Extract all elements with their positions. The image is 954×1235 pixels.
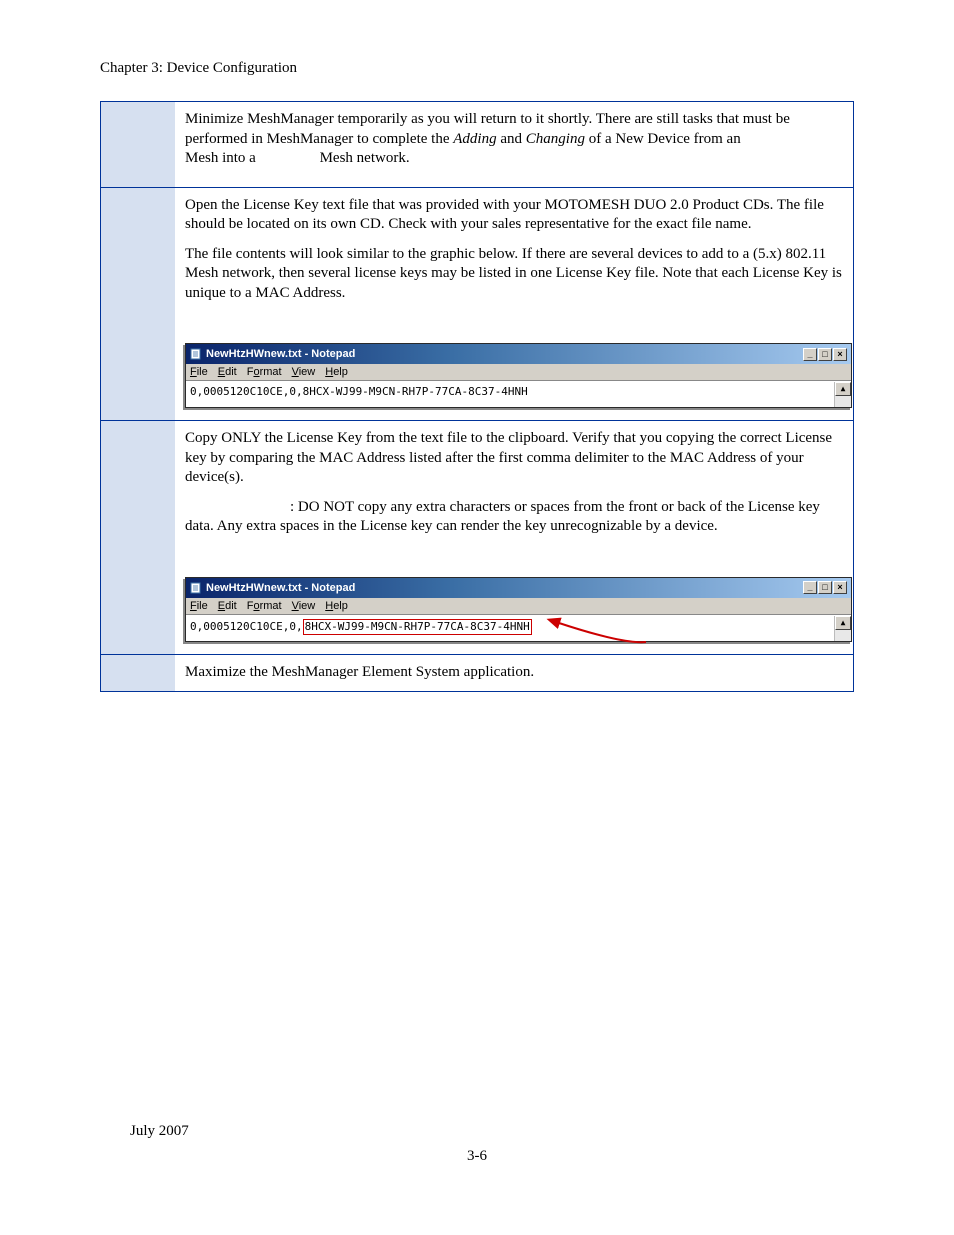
minimize-button[interactable]: _ (803, 581, 817, 594)
text: and (497, 131, 526, 147)
notepad-icon (190, 582, 202, 594)
menu-view[interactable]: View (292, 599, 316, 613)
window-title: NewHtzHWnew.txt - Notepad (206, 347, 803, 361)
paragraph: The file contents will look similar to t… (185, 245, 843, 304)
notepad-window: NewHtzHWnew.txt - Notepad _ □ × File Edi… (185, 577, 852, 642)
maximize-button[interactable]: □ (818, 581, 832, 594)
text-italic: Changing (526, 131, 585, 147)
step-number-cell (101, 187, 176, 421)
menu-help[interactable]: Help (325, 365, 348, 379)
window-title: NewHtzHWnew.txt - Notepad (206, 581, 803, 595)
license-key-highlight: 8HCX-WJ99-M9CN-RH7P-77CA-8C37-4HNH (303, 619, 532, 635)
step-content-cell: Minimize MeshManager temporarily as you … (175, 102, 854, 188)
step-number-cell (101, 421, 176, 655)
step-content-cell: Maximize the MeshManager Element System … (175, 655, 854, 692)
text: of a New Device from an (585, 131, 741, 147)
table-row: Maximize the MeshManager Element System … (101, 655, 854, 692)
file-content: 0,0005120C10CE,0,8HCX-WJ99-M9CN-RH7P-77C… (190, 384, 528, 399)
menubar: File Edit Format View Help (186, 364, 851, 381)
maximize-button[interactable]: □ (818, 348, 832, 361)
text: : DO NOT copy any extra characters or sp… (185, 499, 820, 535)
paragraph: Minimize MeshManager temporarily as you … (185, 110, 843, 169)
page: Chapter 3: Device Configuration Minimize… (0, 0, 954, 1235)
menu-file[interactable]: File (190, 599, 208, 613)
file-content: 0,0005120C10CE,0,8HCX-WJ99-M9CN-RH7P-77C… (190, 618, 532, 635)
close-button[interactable]: × (833, 581, 847, 594)
menu-view[interactable]: View (292, 365, 316, 379)
chapter-header: Chapter 3: Device Configuration (100, 60, 854, 77)
paragraph: Open the License Key text file that was … (185, 196, 843, 235)
menu-format[interactable]: Format (247, 599, 282, 613)
menubar: File Edit Format View Help (186, 598, 851, 615)
menu-file[interactable]: File (190, 365, 208, 379)
table-row: Open the License Key text file that was … (101, 187, 854, 421)
step-content-cell: Copy ONLY the License Key from the text … (175, 421, 854, 655)
notepad-body: 0,0005120C10CE,0,8HCX-WJ99-M9CN-RH7P-77C… (186, 381, 851, 407)
menu-edit[interactable]: Edit (218, 599, 237, 613)
footer-date: July 2007 (130, 1123, 189, 1140)
text: Mesh network. (320, 150, 410, 166)
scroll-up-icon[interactable]: ▲ (835, 382, 851, 396)
paragraph: Copy ONLY the License Key from the text … (185, 429, 843, 488)
notepad-body: 0,0005120C10CE,0,8HCX-WJ99-M9CN-RH7P-77C… (186, 615, 851, 641)
notepad-window: NewHtzHWnew.txt - Notepad _ □ × File Edi… (185, 343, 852, 408)
menu-help[interactable]: Help (325, 599, 348, 613)
instruction-table: Minimize MeshManager temporarily as you … (100, 101, 854, 692)
step-number-cell (101, 655, 176, 692)
window-buttons: _ □ × (803, 581, 847, 594)
paragraph: Maximize the MeshManager Element System … (185, 663, 843, 683)
window-titlebar: NewHtzHWnew.txt - Notepad _ □ × (186, 578, 851, 598)
footer-page-number: 3-6 (467, 1148, 487, 1165)
menu-edit[interactable]: Edit (218, 365, 237, 379)
table-row: Minimize MeshManager temporarily as you … (101, 102, 854, 188)
window-titlebar: NewHtzHWnew.txt - Notepad _ □ × (186, 344, 851, 364)
scroll-up-icon[interactable]: ▲ (835, 616, 851, 630)
window-buttons: _ □ × (803, 348, 847, 361)
text: Mesh into a (185, 150, 260, 166)
scrollbar[interactable]: ▲ (834, 382, 851, 407)
menu-format[interactable]: Format (247, 365, 282, 379)
step-content-cell: Open the License Key text file that was … (175, 187, 854, 421)
minimize-button[interactable]: _ (803, 348, 817, 361)
table-row: Copy ONLY the License Key from the text … (101, 421, 854, 655)
close-button[interactable]: × (833, 348, 847, 361)
scrollbar[interactable]: ▲ (834, 616, 851, 641)
step-number-cell (101, 102, 176, 188)
text-prefix: 0,0005120C10CE,0, (190, 620, 303, 633)
paragraph: : DO NOT copy any extra characters or sp… (185, 498, 843, 537)
text-italic: Adding (453, 131, 496, 147)
notepad-icon (190, 348, 202, 360)
